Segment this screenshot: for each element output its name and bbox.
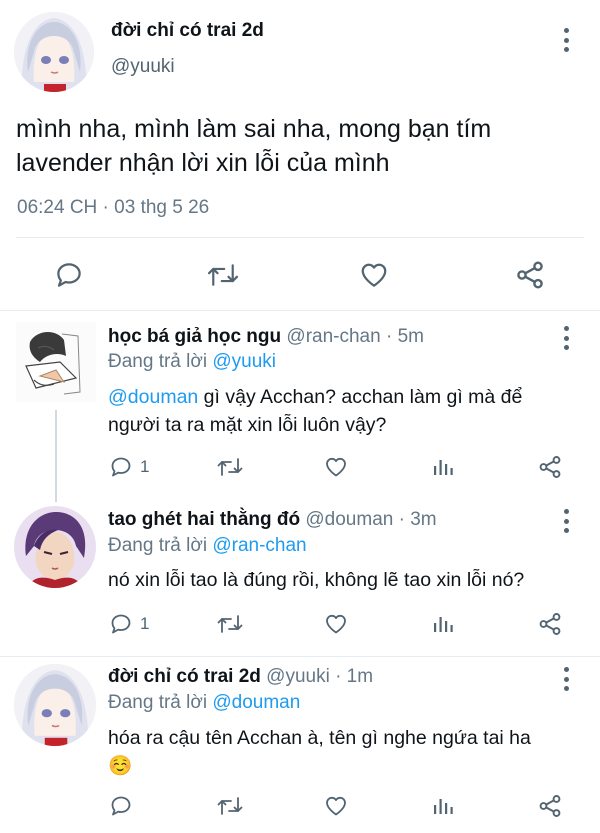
like-icon[interactable] <box>359 260 389 290</box>
retweet-icon[interactable] <box>216 455 244 479</box>
replying-to-handle[interactable]: @yuuki <box>212 351 276 372</box>
anime-avatar-yuuki-icon <box>14 664 96 746</box>
avatar[interactable] <box>14 12 94 92</box>
retweet-icon[interactable] <box>206 260 240 290</box>
reply-text-line: hóa ra cậu tên Acchan à, tên gì nghe ngứ… <box>108 727 531 749</box>
reply-icon[interactable] <box>54 260 84 290</box>
reply-text: hóa ra cậu tên Acchan à, tên gì nghe ngứ… <box>108 724 588 780</box>
thread-line <box>55 410 57 502</box>
tweet-text: mình nha, mình làm sai nha, mong bạn tím… <box>16 112 586 180</box>
retweet-icon[interactable] <box>216 794 244 818</box>
share-icon[interactable] <box>537 793 563 819</box>
reply-icon[interactable] <box>109 794 133 818</box>
reply-text-line: người ta ra mặt xin lỗi luôn vậy? <box>108 414 387 436</box>
share-icon[interactable] <box>537 454 563 480</box>
more-options-icon[interactable] <box>556 667 576 691</box>
reply-display-name[interactable]: học bá giả học ngu <box>108 326 281 347</box>
replying-to-label: Đang trả lời <box>108 351 208 372</box>
divider <box>0 310 600 311</box>
reply-handle-time: @douman · 3m <box>305 509 437 530</box>
replying-to-label: Đang trả lời <box>108 535 208 556</box>
share-icon[interactable] <box>514 259 546 291</box>
reply-display-name[interactable]: tao ghét hai thằng đó <box>108 509 300 530</box>
reply-text-segment: gì vậy Acchan? acchan làm gì mà để <box>198 386 523 408</box>
analytics-icon[interactable] <box>431 455 455 479</box>
analytics-icon[interactable] <box>431 794 455 818</box>
replying-to-handle[interactable]: @douman <box>212 692 300 713</box>
tweet-timestamp: 06:24 CH · 03 thg 5 26 <box>17 197 210 218</box>
more-options-icon[interactable] <box>556 28 576 52</box>
replying-to-label: Đang trả lời <box>108 692 208 713</box>
like-icon[interactable] <box>324 612 348 636</box>
reply-header: tao ghét hai thằng đó @douman · 3m <box>108 509 437 531</box>
reply-text: @douman gì vậy Acchan? acchan làm gì mà … <box>108 383 588 439</box>
replying-to-handle[interactable]: @ran-chan <box>212 535 306 556</box>
replying-to: Đang trả lời @yuuki <box>108 351 276 373</box>
reply-icon[interactable] <box>109 612 133 636</box>
more-options-icon[interactable] <box>556 326 576 350</box>
tweet-text-line: mình nha, mình làm sai nha, mong bạn tím <box>16 115 492 143</box>
anime-avatar-douman-icon <box>14 506 96 588</box>
display-name[interactable]: đời chỉ có trai 2d <box>111 20 264 42</box>
replying-to: Đang trả lời @ran-chan <box>108 535 307 557</box>
more-options-icon[interactable] <box>556 509 576 533</box>
reply-display-name[interactable]: đời chỉ có trai 2d <box>108 666 261 687</box>
divider <box>0 656 600 657</box>
like-icon[interactable] <box>324 794 348 818</box>
like-icon[interactable] <box>324 455 348 479</box>
user-handle[interactable]: @yuuki <box>111 56 175 78</box>
replying-to: Đang trả lời @douman <box>108 692 300 714</box>
divider <box>16 237 584 238</box>
reply-handle-time: @ran-chan · 5m <box>286 326 424 347</box>
share-icon[interactable] <box>537 611 563 637</box>
avatar[interactable] <box>16 322 96 402</box>
reply-header: đời chỉ có trai 2d @yuuki · 1m <box>108 666 373 688</box>
reply-text-line: nó xin lỗi tao là đúng rồi, không lẽ tao… <box>108 569 525 591</box>
mention-link[interactable]: @douman <box>108 386 198 408</box>
tweet-text-line: lavender nhận lời xin lỗi của mình <box>16 149 390 177</box>
reply-header: học bá giả học ngu @ran-chan · 5m <box>108 326 424 348</box>
reply-handle-time: @yuuki · 1m <box>266 666 374 687</box>
reply-text-line: ☺️ <box>108 755 133 777</box>
reply-text-line: @douman gì vậy Acchan? acchan làm gì mà … <box>108 383 588 411</box>
avatar[interactable] <box>14 664 96 746</box>
retweet-icon[interactable] <box>216 612 244 636</box>
reply-count: 1 <box>140 614 150 633</box>
reply-icon[interactable] <box>109 455 133 479</box>
analytics-icon[interactable] <box>431 612 455 636</box>
reply-count: 1 <box>140 457 150 476</box>
sketch-avatar-ran-chan-icon <box>16 322 96 402</box>
anime-avatar-yuuki-icon <box>14 12 94 92</box>
reply-text: nó xin lỗi tao là đúng rồi, không lẽ tao… <box>108 566 588 594</box>
avatar[interactable] <box>14 506 96 588</box>
